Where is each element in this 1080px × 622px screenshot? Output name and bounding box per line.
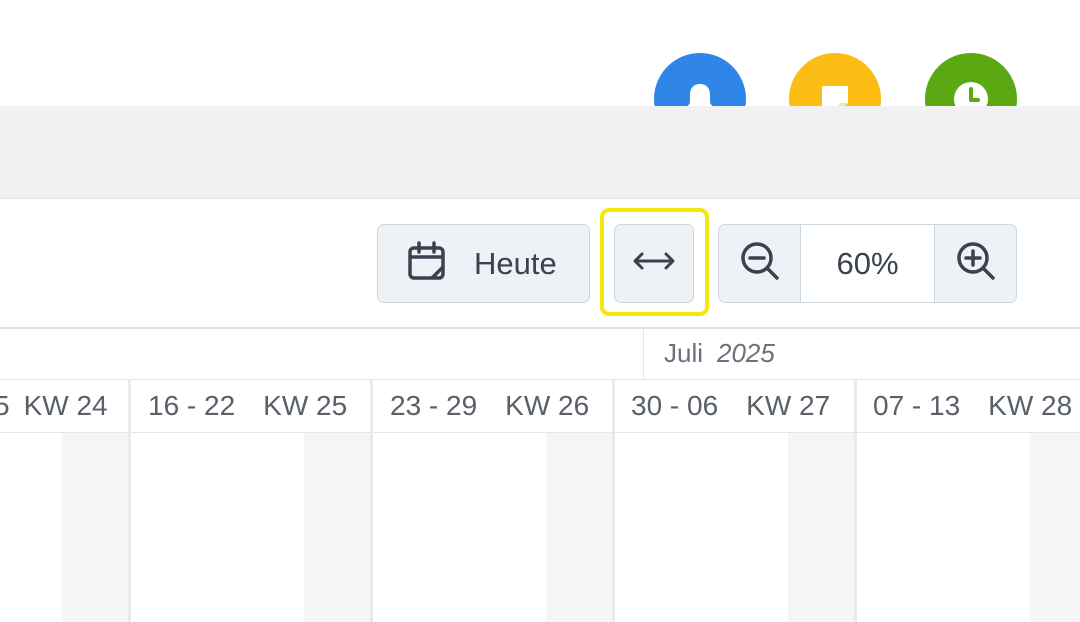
zoom-out-icon (739, 240, 781, 287)
week-number: KW 28 (988, 390, 1073, 421)
zoom-in-icon (955, 240, 997, 287)
week-number: KW 25 (263, 390, 348, 421)
weekend-shade (304, 433, 370, 622)
app-root: Heute 60% Juli 2025 5 KW 24 16 - 22 KW 2… (0, 0, 1080, 622)
zoom-out-button[interactable] (719, 225, 801, 302)
header-band (0, 106, 1080, 199)
week-header-row: 5 KW 24 16 - 22 KW 25 23 - 29 KW 26 30 - 06… (0, 379, 1080, 433)
zoom-level: 60% (801, 225, 934, 302)
month-divider (643, 329, 644, 379)
week-header-cell: 30 - 06 KW 27 (631, 380, 853, 432)
today-button-label: Heute (474, 245, 557, 281)
week-number: KW 26 (505, 390, 590, 421)
week-separator (370, 379, 373, 622)
arrows-horizontal-icon (631, 249, 677, 278)
fit-to-width-button[interactable] (614, 224, 694, 303)
week-range: 07 - 13 (873, 390, 961, 421)
weekend-shade (1030, 433, 1080, 622)
week-number: KW 24 (23, 390, 108, 421)
weekend-shade (546, 433, 612, 622)
zoom-control: 60% (718, 224, 1017, 303)
week-separator (612, 379, 615, 622)
calendar-icon (406, 240, 448, 287)
timeline-border (0, 327, 1080, 329)
week-range: 16 - 22 (148, 390, 236, 421)
week-header-cell: 5 KW 24 (0, 380, 128, 432)
month-year: 2025 (717, 338, 775, 368)
week-range: 5 (0, 390, 10, 421)
weekend-shade (62, 433, 128, 622)
week-number: KW 27 (746, 390, 831, 421)
month-header: Juli 2025 (664, 338, 775, 369)
month-name: Juli (664, 338, 704, 368)
week-header-cell: 23 - 29 KW 26 (390, 380, 612, 432)
today-button[interactable]: Heute (377, 224, 590, 303)
week-header-cell: 16 - 22 KW 25 (148, 380, 370, 432)
zoom-in-button[interactable] (934, 225, 1016, 302)
week-separator (854, 379, 857, 622)
week-range: 30 - 06 (631, 390, 719, 421)
weekend-shade (788, 433, 854, 622)
week-header-cell: 07 - 13 KW 28 (873, 380, 1080, 432)
week-range: 23 - 29 (390, 390, 478, 421)
week-separator (128, 379, 131, 622)
